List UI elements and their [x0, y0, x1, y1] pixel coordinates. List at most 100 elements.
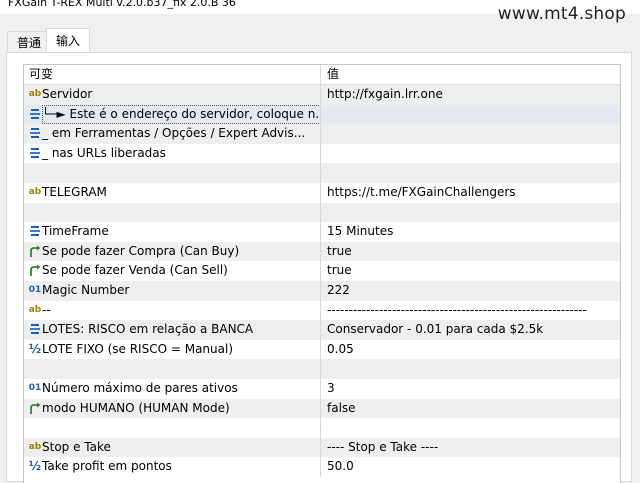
input-name-label: TimeFrame [42, 224, 109, 239]
input-value-cell[interactable]: ----------------------------------------… [320, 300, 620, 321]
input-name-cell[interactable] [24, 418, 320, 438]
enum-type-icon [28, 124, 42, 143]
input-name-cell[interactable]: 01 Magic Number [24, 281, 320, 301]
input-value-cell[interactable]: https://t.me/FXGainChallengers [320, 183, 620, 203]
input-name-label: Se pode fazer Compra (Can Buy) [42, 243, 240, 258]
boolean-type-icon [28, 399, 42, 418]
double-type-icon: ½ [28, 459, 42, 474]
input-name-cell[interactable]: modo HUMANO (HUMAN Mode) [24, 399, 320, 419]
input-row[interactable]: _ em Ferramentas / Opções / Expert Advis… [24, 124, 620, 144]
input-row[interactable]: LOTES: RISCO em relação a BANCA Conservad… [24, 320, 620, 340]
input-name-cell[interactable]: ½ LOTE FIXO (se RISCO = Manual) [24, 340, 320, 360]
input-row[interactable]: ½ LOTE FIXO (se RISCO = Manual) 0.05 [24, 339, 620, 360]
input-name-cell[interactable]: _ nas URLs liberadas [24, 144, 320, 164]
input-row[interactable]: ab -- ------------------------------------… [24, 300, 620, 321]
input-value-cell[interactable]: 0.05 [320, 339, 620, 360]
input-row-empty[interactable] [24, 418, 620, 438]
input-value-cell[interactable]: 222 [320, 281, 620, 301]
input-name-cell[interactable]: Se pode fazer Compra (Can Buy) [24, 242, 320, 262]
string-type-icon: ab [28, 89, 42, 99]
input-value-cell[interactable]: 15 Minutes [320, 222, 620, 242]
input-row[interactable]: 01 Magic Number 222 [24, 281, 620, 301]
input-row[interactable]: ab TELEGRAM https://t.me/FXGainChallengers [24, 183, 620, 203]
input-value-cell[interactable] [320, 359, 620, 379]
input-name-cell[interactable]: ½ Take profit em pontos [24, 457, 320, 477]
input-value-cell[interactable]: Conservador - 0.01 para cada $2.5k [320, 320, 620, 340]
input-row[interactable]: Se pode fazer Venda (Can Sell) true [24, 261, 620, 281]
input-row[interactable]: └─► Este é o endereço do servidor, coloq… [24, 104, 620, 125]
tab-common[interactable]: 普通 [7, 31, 52, 53]
tab-bar: 普通 输入 [0, 28, 640, 53]
input-value-cell[interactable]: true [320, 261, 620, 281]
column-header-variable[interactable]: 可变 [29, 65, 53, 84]
tab-inputs[interactable]: 输入 [46, 28, 91, 52]
input-name-cell[interactable]: TimeFrame [24, 222, 320, 242]
input-name-label: _ nas URLs liberadas [42, 145, 166, 160]
input-name-cell[interactable]: ab Servidor [24, 85, 320, 105]
input-name-label: -- [42, 302, 51, 317]
input-name-label: Número máximo de pares ativos [42, 381, 238, 395]
grid-header: 可变 值 [24, 65, 620, 85]
input-row-empty[interactable] [24, 202, 620, 223]
input-value-cell[interactable]: false [320, 398, 620, 419]
input-name-cell[interactable]: Se pode fazer Venda (Can Sell) [24, 261, 320, 281]
string-type-icon: ab [28, 441, 42, 452]
enum-type-icon [28, 320, 42, 339]
input-name-label: LOTE FIXO (se RISCO = Manual) [42, 341, 234, 356]
input-name-cell[interactable]: └─► Este é o endereço do servidor, coloq… [24, 104, 320, 125]
tab-panel: 可变 值 ab Servidor http://fxgain.lrr.one └─► … [6, 52, 632, 483]
boolean-type-icon [28, 261, 42, 280]
input-row[interactable]: modo HUMANO (HUMAN Mode) false [24, 398, 620, 419]
input-row-empty[interactable] [24, 359, 620, 379]
input-name-cell[interactable] [24, 359, 320, 379]
enum-type-icon [28, 105, 42, 124]
input-value-cell[interactable] [320, 104, 620, 125]
inputs-grid[interactable]: 可变 值 ab Servidor http://fxgain.lrr.one └─► … [23, 64, 621, 483]
input-row[interactable]: _ nas URLs liberadas [24, 143, 620, 164]
column-header-value[interactable]: 值 [320, 65, 620, 84]
input-value-cell[interactable] [320, 143, 620, 164]
input-row[interactable]: ½ Take profit em pontos 50.0 [24, 457, 620, 477]
input-name-cell[interactable] [24, 203, 320, 223]
input-name-label: Stop e Take [42, 439, 111, 454]
integer-type-icon: 01 [28, 383, 42, 393]
input-name-cell[interactable]: _ em Ferramentas / Opções / Expert Advis… [24, 124, 320, 144]
input-name-cell[interactable]: LOTES: RISCO em relação a BANCA [24, 320, 320, 340]
input-row[interactable]: ab Stop e Take ---- Stop e Take ---- [24, 437, 620, 458]
input-name-cell[interactable]: ab TELEGRAM [24, 183, 320, 203]
input-value-cell[interactable]: true [320, 241, 620, 262]
input-name-label: TELEGRAM [42, 185, 107, 199]
input-value-cell[interactable] [320, 124, 620, 144]
input-name-label: _ em Ferramentas / Opções / Expert Advis… [42, 126, 306, 141]
input-name-cell[interactable]: 01 Número máximo de pares ativos [24, 379, 320, 399]
input-value-cell[interactable] [320, 202, 620, 223]
input-value-cell[interactable]: 3 [320, 379, 620, 399]
input-row[interactable]: TimeFrame 15 Minutes [24, 222, 620, 242]
input-row-empty[interactable] [24, 163, 620, 183]
input-name-cell[interactable]: ab Stop e Take [24, 438, 320, 458]
input-name-label: └─► Este é o endereço do servidor, coloq… [42, 104, 320, 124]
input-value-cell[interactable]: http://fxgain.lrr.one [320, 85, 620, 105]
input-name-label: Take profit em pontos [42, 459, 172, 474]
input-name-cell[interactable] [24, 163, 320, 183]
input-name-label: Magic Number [42, 283, 130, 297]
input-row[interactable]: Se pode fazer Compra (Can Buy) true [24, 241, 620, 262]
input-value-cell[interactable]: 50.0 [320, 457, 620, 477]
boolean-type-icon [28, 242, 42, 261]
watermark-text: www.mt4.shop [497, 4, 626, 24]
input-value-cell[interactable]: ---- Stop e Take ---- [320, 437, 620, 458]
input-row[interactable]: 01 Número máximo de pares ativos 3 [24, 379, 620, 399]
input-name-label: Servidor [42, 87, 93, 101]
input-name-label: modo HUMANO (HUMAN Mode) [42, 400, 230, 415]
enum-type-icon [28, 222, 42, 241]
string-type-icon: ab [28, 304, 42, 315]
enum-type-icon [28, 144, 42, 163]
window-title: FXGain T-REX Multi v.2.0.b37_fix 2.0.B 3… [8, 0, 236, 9]
input-value-cell[interactable] [320, 163, 620, 183]
string-type-icon: ab [28, 187, 42, 197]
input-name-label: Se pode fazer Venda (Can Sell) [42, 263, 228, 278]
double-type-icon: ½ [28, 341, 42, 356]
input-row[interactable]: ab Servidor http://fxgain.lrr.one [24, 85, 620, 105]
input-name-cell[interactable]: ab -- [24, 301, 320, 321]
input-value-cell[interactable] [320, 418, 620, 438]
